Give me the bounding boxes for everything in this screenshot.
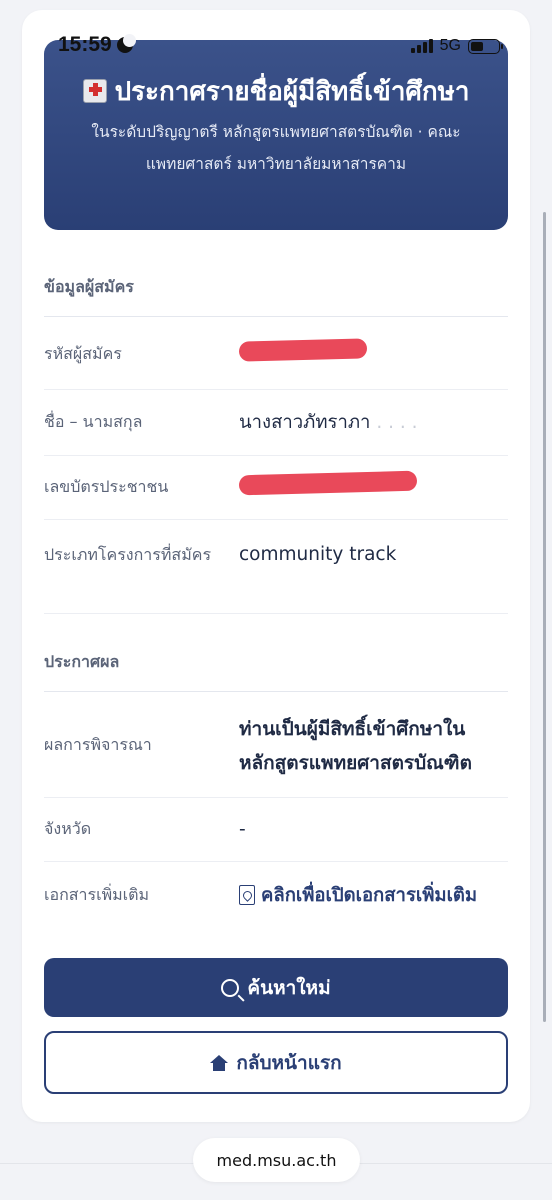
scrollbar[interactable]: [543, 212, 546, 1022]
name-faded: . . . .: [376, 411, 418, 433]
back-home-button[interactable]: กลับหน้าแรก: [44, 1031, 508, 1094]
row-applicant-id: รหัสผู้สมัคร: [44, 320, 508, 390]
battery-icon: [468, 38, 503, 54]
time-text: 15:59: [58, 33, 112, 56]
page-title-text: ประกาศรายชื่อผู้มีสิทธิ์เข้าศึกษา: [114, 77, 470, 107]
row-project-type: ประเภทโครงการที่สมัคร community track: [44, 520, 508, 614]
open-documents-label: คลิกเพื่อเปิดเอกสารเพิ่มเติม: [261, 884, 478, 906]
page-title: ประกาศรายชื่อผู้มีสิทธิ์เข้าศึกษา: [44, 74, 508, 110]
redaction-mark: [238, 337, 368, 362]
status-icons: 5G: [410, 37, 503, 55]
redaction-mark: [238, 470, 418, 495]
label-full-name: ชื่อ – นามสกุล: [44, 412, 143, 431]
row-documents: เอกสารเพิ่มเติม คลิกเพื่อเปิดเอกสารเพิ่ม…: [44, 862, 508, 928]
network-label: 5G: [439, 37, 461, 54]
label-result: ผลการพิจารณา: [44, 735, 152, 754]
row-national-id: เลขบัตรประชาชน: [44, 456, 508, 520]
label-applicant-id: รหัสผู้สมัคร: [44, 344, 122, 363]
search-icon: [221, 978, 240, 997]
row-province: จังหวัด -: [44, 798, 508, 862]
browser-url-bar[interactable]: med.msu.ac.th: [193, 1138, 360, 1182]
value-full-name: นางสาวภัทราภา . . . .: [239, 406, 418, 440]
row-full-name: ชื่อ – นามสกุล นางสาวภัทราภา . . . .: [44, 390, 508, 456]
hospital-icon: [82, 79, 107, 103]
home-icon: [210, 1054, 229, 1071]
label-province: จังหวัด: [44, 819, 92, 838]
back-home-label: กลับหน้าแรก: [236, 1051, 342, 1074]
name-text: นางสาวภัทราภา: [239, 411, 371, 433]
moon-icon: [116, 34, 136, 53]
value-result: ท่านเป็นผู้มีสิทธิ์เข้าศึกษาในหลักสูตรแพ…: [239, 717, 472, 774]
status-time: 15:59: [58, 33, 136, 57]
signal-icon: [410, 39, 433, 53]
page-subtitle: ในระดับปริญญาตรี หลักสูตรแพทยศาสตรบัณฑิต…: [91, 123, 461, 173]
open-documents-link[interactable]: คลิกเพื่อเปิดเอกสารเพิ่มเติม: [239, 881, 477, 910]
row-result: ผลการพิจารณา ท่านเป็นผู้มีสิทธิ์เข้าศึกษ…: [44, 694, 508, 798]
section-title-applicant: ข้อมูลผู้สมัคร: [44, 275, 508, 317]
value-national-id: [238, 470, 418, 505]
status-bar: 15:59 5G: [0, 0, 552, 78]
search-new-button[interactable]: ค้นหาใหม่: [44, 958, 508, 1017]
result-card: ประกาศรายชื่อผู้มีสิทธิ์เข้าศึกษา ในระดั…: [22, 10, 530, 1122]
value-applicant-id: [238, 337, 368, 372]
label-national-id: เลขบัตรประชาชน: [44, 477, 169, 496]
label-documents: เอกสารเพิ่มเติม: [44, 884, 150, 904]
url-text: med.msu.ac.th: [216, 1150, 337, 1170]
search-new-label: ค้นหาใหม่: [247, 976, 331, 999]
label-project-type: ประเภทโครงการที่สมัคร: [44, 545, 212, 564]
section-title-result: ประกาศผล: [44, 650, 508, 692]
value-province: -: [239, 818, 246, 840]
value-project-type: community track: [239, 544, 397, 565]
pdf-icon: [239, 885, 255, 905]
